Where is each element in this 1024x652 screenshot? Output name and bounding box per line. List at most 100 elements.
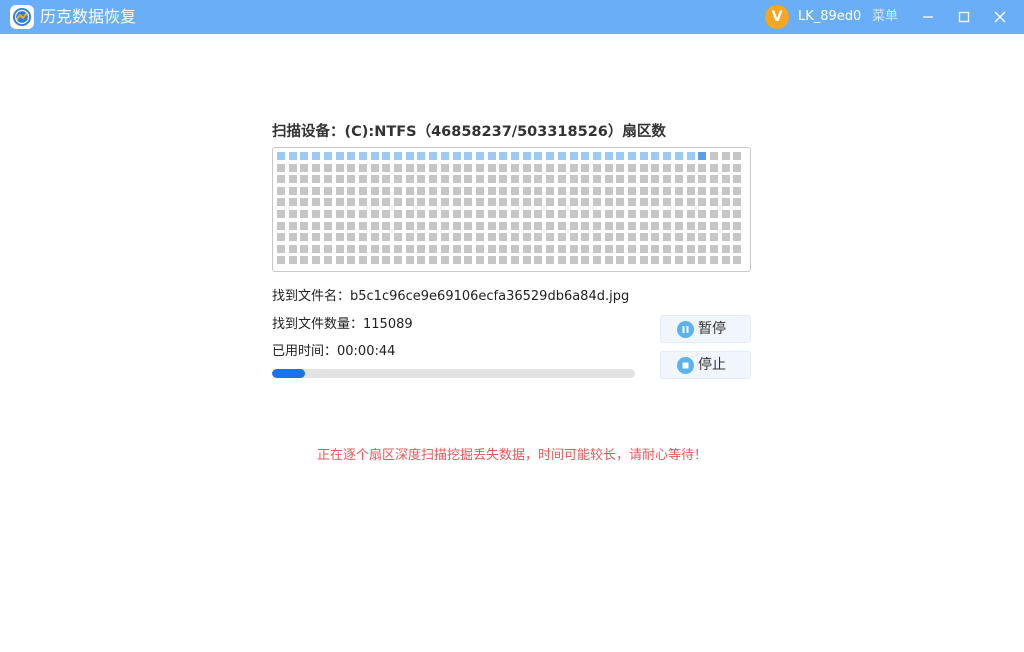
sector-cell: [370, 198, 379, 207]
sector-cell: [592, 198, 601, 207]
sector-cell: [358, 210, 367, 218]
sector-cell: [698, 221, 707, 230]
sector-cell: [335, 186, 344, 195]
sector-cell: [686, 175, 695, 184]
sector-cell: [569, 233, 578, 242]
sector-cell: [394, 152, 402, 160]
sector-cell: [674, 198, 683, 207]
sector-cell: [604, 198, 613, 207]
sector-cell: [651, 233, 660, 242]
sector-cell: [429, 186, 438, 195]
sector-cell: [628, 244, 636, 253]
sector-cell: [511, 244, 519, 253]
sector-cell: [277, 221, 285, 230]
minimize-button[interactable]: [916, 5, 940, 29]
sector-cell: [639, 256, 648, 265]
sector-cell: [628, 198, 636, 207]
sector-cell: [335, 163, 344, 172]
sector-cell: [370, 163, 379, 172]
sector-cell: [569, 198, 578, 207]
username[interactable]: LK_89ed0: [798, 8, 861, 26]
sector-cell: [499, 186, 508, 195]
sector-cell: [417, 152, 426, 160]
sector-cell: [288, 233, 297, 242]
sector-cell: [522, 186, 531, 195]
sector-cell: [440, 233, 449, 242]
sector-cell: [277, 233, 285, 242]
sector-cell: [323, 233, 332, 242]
sector-cell: [487, 175, 496, 184]
sector-cell: [721, 186, 730, 195]
sector-cell: [581, 210, 590, 218]
maximize-icon: [958, 11, 970, 23]
sector-cell: [721, 152, 730, 160]
found-file-name: 找到文件名：b5c1c96ce9e69106ecfa36529db6a84d.j…: [272, 289, 630, 304]
sector-map: [272, 147, 751, 272]
pause-button[interactable]: 暂停: [660, 315, 751, 343]
sector-cell: [300, 198, 309, 207]
sector-cell: [581, 221, 590, 230]
sector-cell: [440, 163, 449, 172]
sector-cell: [733, 186, 742, 195]
menu-button[interactable]: 菜单: [872, 8, 898, 26]
sector-cell: [604, 210, 613, 218]
sector-cell: [440, 175, 449, 184]
sector-cell: [511, 221, 519, 230]
sector-cell: [312, 244, 321, 253]
sector-cell: [733, 163, 742, 172]
sector-cell: [288, 221, 297, 230]
sector-cell: [277, 186, 285, 195]
sector-cell: [335, 221, 344, 230]
sector-cell: [487, 221, 496, 230]
sector-cell: [277, 175, 285, 184]
sector-cell: [288, 210, 297, 218]
sector-cell: [323, 186, 332, 195]
sector-cell: [721, 175, 730, 184]
sector-cell: [663, 244, 672, 253]
sector-cell: [323, 244, 332, 253]
sector-cell: [709, 210, 718, 218]
app-logo-icon: [10, 5, 34, 29]
sector-cell: [499, 163, 508, 172]
sector-cell: [417, 175, 426, 184]
sector-cell: [581, 175, 590, 184]
sector-cell: [522, 233, 531, 242]
sector-cell: [733, 256, 742, 265]
sector-cell: [452, 152, 461, 160]
sector-cell: [440, 210, 449, 218]
avatar[interactable]: V: [765, 5, 789, 29]
sector-cell: [300, 152, 309, 160]
sector-cell: [300, 221, 309, 230]
sector-cell: [382, 163, 391, 172]
sector-cell: [604, 163, 613, 172]
sector-cell: [464, 163, 473, 172]
sector-cell: [546, 152, 555, 160]
sector-cell: [323, 210, 332, 218]
sector-cell: [452, 244, 461, 253]
sector-cell: [651, 221, 660, 230]
sector-cell: [733, 210, 742, 218]
sector-cell: [370, 256, 379, 265]
sector-cell: [604, 233, 613, 242]
sector-cell: [569, 175, 578, 184]
close-button[interactable]: [988, 5, 1012, 29]
stop-button[interactable]: 停止: [660, 351, 751, 379]
sector-cell: [382, 256, 391, 265]
sector-cell: [429, 152, 438, 160]
sector-cell: [312, 175, 321, 184]
sector-cell: [522, 198, 531, 207]
sector-cell: [686, 198, 695, 207]
sector-cell: [417, 221, 426, 230]
sector-cell: [312, 152, 321, 160]
sector-cell: [733, 152, 742, 160]
sector-cell: [651, 256, 660, 265]
sector-cell: [405, 221, 414, 230]
sector-cell: [616, 210, 625, 218]
sector-cell: [733, 233, 742, 242]
sector-cell: [581, 186, 590, 195]
sector-cell: [277, 210, 285, 218]
maximize-button[interactable]: [952, 5, 976, 29]
sector-cell: [335, 152, 344, 160]
sector-cell: [475, 163, 484, 172]
sector-cell: [522, 175, 531, 184]
